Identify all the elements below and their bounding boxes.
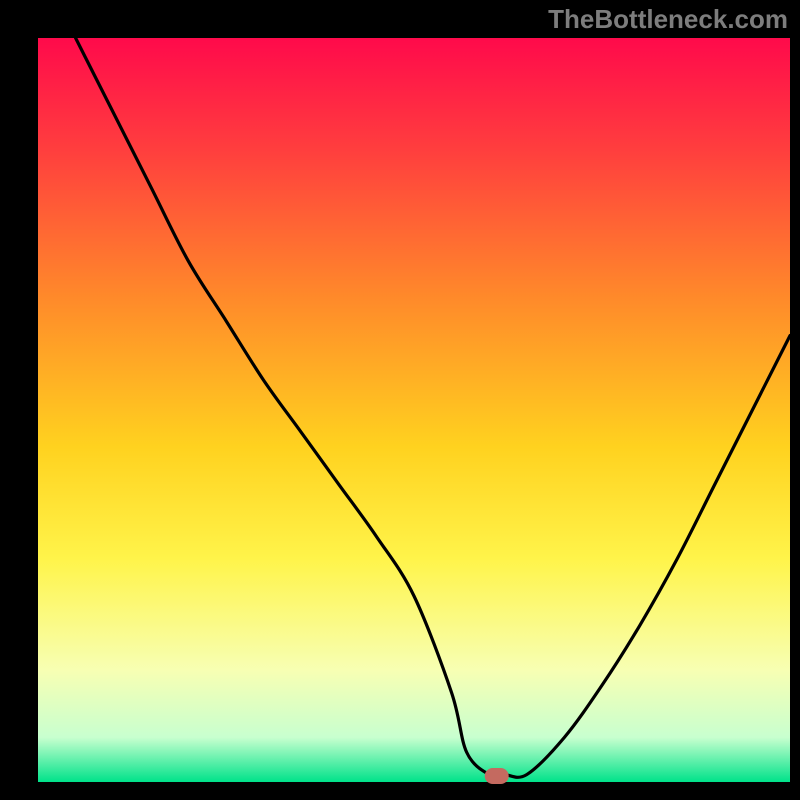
bottleneck-chart — [0, 0, 800, 800]
plot-area — [38, 38, 790, 782]
trough-marker — [485, 768, 509, 784]
chart-stage: TheBottleneck.com — [0, 0, 800, 800]
watermark-label: TheBottleneck.com — [548, 4, 788, 35]
